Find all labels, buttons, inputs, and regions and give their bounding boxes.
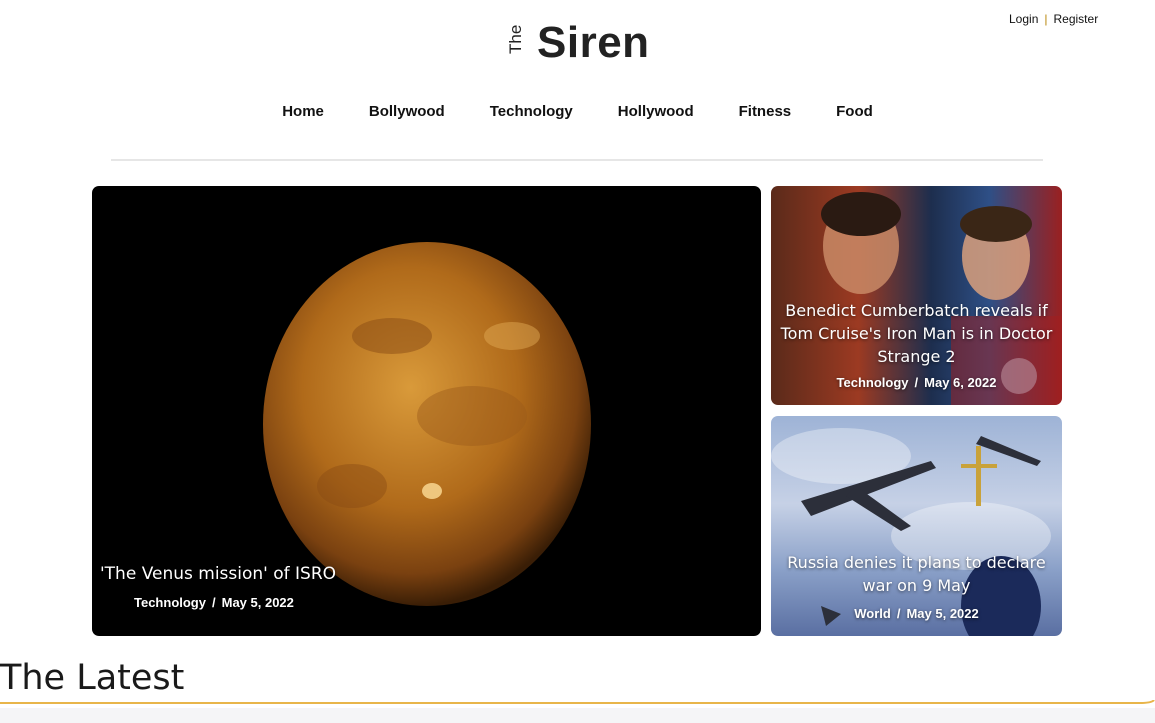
- featured-main-title[interactable]: 'The Venus mission' of ISRO: [100, 564, 336, 584]
- featured-side-1-category[interactable]: Technology: [837, 375, 909, 390]
- featured-main-meta: Technology / May 5, 2022: [134, 595, 294, 610]
- featured-main-date: May 5, 2022: [221, 595, 294, 610]
- featured-side-2-date: May 5, 2022: [906, 606, 979, 621]
- auth-separator: |: [1044, 12, 1048, 26]
- logo-prefix: The: [506, 24, 525, 54]
- military-aircraft-image: [771, 428, 1051, 636]
- featured-main-category[interactable]: Technology: [134, 595, 206, 610]
- nav-home[interactable]: Home: [260, 103, 347, 120]
- nav-hollywood[interactable]: Hollywood: [595, 103, 716, 120]
- register-link[interactable]: Register: [1054, 12, 1099, 26]
- header-divider: [111, 159, 1043, 161]
- meta-separator: /: [914, 375, 919, 390]
- featured-main-card[interactable]: 'The Venus mission' of ISRO Technology /…: [92, 186, 761, 636]
- featured-side-2-title[interactable]: Russia denies it plans to declare war on…: [771, 551, 1062, 597]
- site-logo[interactable]: The Siren: [505, 18, 650, 68]
- main-nav: Home Bollywood Technology Hollywood Fitn…: [0, 103, 1155, 120]
- nav-bollywood[interactable]: Bollywood: [346, 103, 467, 120]
- featured-side-1-title[interactable]: Benedict Cumberbatch reveals if Tom Crui…: [771, 299, 1062, 368]
- content-area-top: [0, 708, 1155, 723]
- nav-food[interactable]: Food: [814, 103, 896, 120]
- login-link[interactable]: Login: [1009, 12, 1038, 26]
- logo-name: Siren: [537, 18, 650, 67]
- section-underline: [0, 700, 1155, 704]
- featured-side-card-2[interactable]: Russia denies it plans to declare war on…: [771, 416, 1062, 636]
- auth-links: Login | Register: [1009, 12, 1098, 26]
- featured-side-2-category[interactable]: World: [854, 606, 891, 621]
- nav-technology[interactable]: Technology: [467, 103, 595, 120]
- doctor-strange-image: [821, 192, 1062, 405]
- nav-fitness[interactable]: Fitness: [716, 103, 814, 120]
- meta-separator: /: [211, 595, 216, 610]
- featured-side-1-meta: Technology / May 6, 2022: [771, 375, 1062, 390]
- meta-separator: /: [896, 606, 901, 621]
- featured-side-2-meta: World / May 5, 2022: [771, 606, 1062, 621]
- section-title-latest: The Latest: [0, 658, 185, 698]
- featured-side-card-1[interactable]: Benedict Cumberbatch reveals if Tom Crui…: [771, 186, 1062, 405]
- featured-side-1-date: May 6, 2022: [924, 375, 997, 390]
